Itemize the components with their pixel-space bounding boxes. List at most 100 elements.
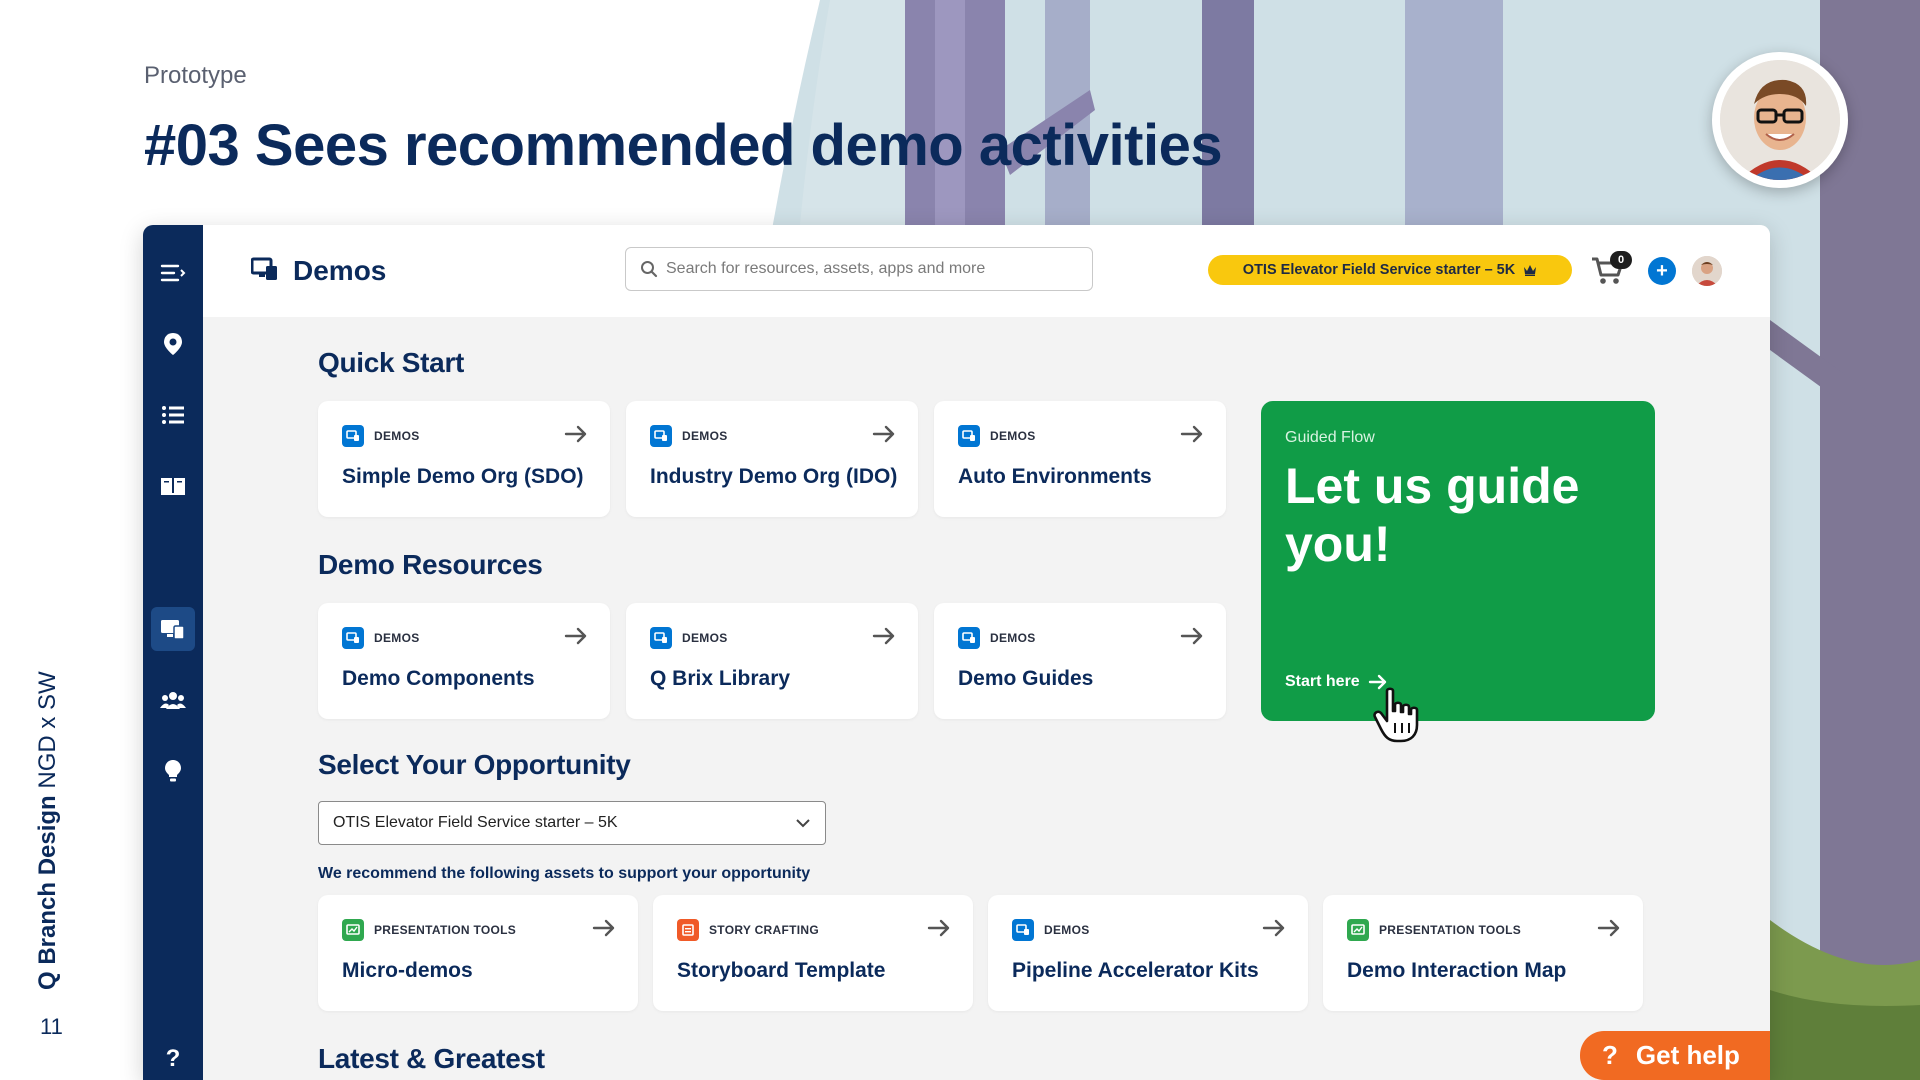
card-tag: STORY CRAFTING — [677, 919, 819, 941]
opportunity-heading: Select Your Opportunity — [318, 749, 631, 780]
demos-icon — [161, 620, 185, 640]
user-avatar-icon — [1692, 256, 1722, 286]
category-icon — [677, 919, 699, 941]
card-tag: DEMOS — [650, 627, 728, 649]
cart-badge: 0 — [1610, 251, 1632, 269]
opportunity-select-value: OTIS Elevator Field Service starter – 5K — [333, 814, 618, 831]
card-tag: DEMOS — [650, 425, 728, 447]
card-tag-label: PRESENTATION TOOLS — [374, 923, 517, 937]
category-icon — [1012, 919, 1034, 941]
demo-resources-heading: Demo Resources — [318, 549, 543, 580]
recommend-text: We recommend the following assets to sup… — [318, 865, 811, 882]
opportunity-select[interactable]: OTIS Elevator Field Service starter – 5K — [318, 801, 826, 845]
card-title: Storyboard Template — [677, 959, 886, 982]
opportunity-pill-label: OTIS Elevator Field Service starter – 5K — [1242, 262, 1516, 278]
arrow-right-icon[interactable] — [564, 425, 588, 448]
card-tag: DEMOS — [342, 627, 420, 649]
menu-icon — [160, 264, 186, 282]
add-button[interactable]: + — [1648, 257, 1676, 285]
card-title: Simple Demo Org (SDO) — [342, 465, 584, 488]
asset-card[interactable]: STORY CRAFTING Storyboard Template — [653, 895, 973, 1011]
chevron-down-icon — [796, 819, 810, 828]
card-title: Demo Guides — [958, 667, 1094, 690]
card-tag: DEMOS — [1012, 919, 1090, 941]
asset-card[interactable]: DEMOS Auto Environments — [934, 401, 1226, 517]
sidebar-item-ideas[interactable] — [151, 749, 195, 793]
asset-card[interactable]: DEMOS Demo Components — [318, 603, 610, 719]
book-icon — [161, 478, 185, 495]
category-icon — [342, 425, 364, 447]
brand-vertical: Q Branch Design NGD x SW — [34, 671, 62, 990]
sidebar-item-people[interactable] — [151, 678, 195, 722]
card-title: Q Brix Library — [650, 667, 791, 690]
presenter-avatar — [1712, 52, 1848, 188]
arrow-right-icon[interactable] — [1597, 919, 1621, 942]
get-help-label: Get help — [1635, 1040, 1740, 1070]
category-icon — [958, 627, 980, 649]
brand-rest: NGD x SW — [34, 671, 61, 796]
card-title: Demo Interaction Map — [1347, 959, 1567, 982]
sidebar-item-locations[interactable] — [151, 322, 195, 366]
opportunity-pill[interactable]: OTIS Elevator Field Service starter – 5K — [1208, 255, 1572, 285]
arrow-right-icon[interactable] — [872, 627, 896, 650]
card-tag-label: DEMOS — [990, 631, 1036, 645]
sidebar-item-demos[interactable] — [151, 607, 195, 651]
search-box — [625, 247, 1093, 291]
arrow-right-icon[interactable] — [592, 919, 616, 942]
slide-label: Prototype — [144, 62, 247, 89]
arrow-right-icon[interactable] — [927, 919, 951, 942]
card-tag: DEMOS — [342, 425, 420, 447]
question-icon: ? — [1602, 1040, 1618, 1070]
card-title: Micro-demos — [342, 959, 473, 982]
arrow-right-icon[interactable] — [564, 627, 588, 650]
latest-heading: Latest & Greatest — [318, 1043, 545, 1074]
sidebar-item-library[interactable] — [151, 464, 195, 508]
guided-flow-title: Let us guide you! — [1285, 458, 1580, 572]
sidebar-item-list[interactable] — [151, 393, 195, 437]
category-icon — [958, 425, 980, 447]
lightbulb-icon — [165, 760, 181, 782]
card-tag-label: PRESENTATION TOOLS — [1379, 923, 1522, 937]
app-window: ? Demos OTIS Elevator Field Service star… — [143, 225, 1770, 1080]
category-icon — [650, 425, 672, 447]
app-title: Demos — [293, 255, 387, 286]
card-tag-label: DEMOS — [990, 429, 1036, 443]
guided-flow-card[interactable]: Guided Flow Let us guide you! Start here — [1261, 401, 1655, 721]
user-avatar[interactable] — [1692, 256, 1722, 286]
asset-card[interactable]: DEMOS Simple Demo Org (SDO) — [318, 401, 610, 517]
search-icon — [641, 261, 658, 278]
card-title: Demo Components — [342, 667, 535, 690]
category-icon — [650, 627, 672, 649]
hand-cursor-icon — [1373, 687, 1419, 743]
start-here-label: Start here — [1285, 673, 1360, 690]
slide-title: #03 Sees recommended demo activities — [144, 113, 1223, 178]
asset-card[interactable]: PRESENTATION TOOLS Demo Interaction Map — [1323, 895, 1643, 1011]
card-title: Auto Environments — [958, 465, 1152, 488]
arrow-right-icon[interactable] — [872, 425, 896, 448]
quick-start-heading: Quick Start — [318, 347, 465, 378]
sidebar: ? — [143, 225, 203, 1080]
card-tag: DEMOS — [958, 627, 1036, 649]
arrow-right-icon[interactable] — [1180, 627, 1204, 650]
card-title: Industry Demo Org (IDO) — [650, 465, 898, 488]
arrow-right-icon[interactable] — [1262, 919, 1286, 942]
asset-card[interactable]: DEMOS Industry Demo Org (IDO) — [626, 401, 918, 517]
category-icon — [342, 627, 364, 649]
search-input[interactable] — [666, 248, 1076, 289]
card-tag-label: STORY CRAFTING — [709, 923, 819, 937]
demos-icon — [250, 257, 277, 280]
sidebar-menu-button[interactable] — [151, 251, 195, 295]
sidebar-help-button[interactable]: ? — [151, 1037, 195, 1080]
people-icon — [160, 692, 186, 709]
asset-card[interactable]: DEMOS Demo Guides — [934, 603, 1226, 719]
arrow-right-icon[interactable] — [1180, 425, 1204, 448]
asset-card[interactable]: PRESENTATION TOOLS Micro-demos — [318, 895, 638, 1011]
get-help-button[interactable]: ? Get help — [1580, 1031, 1770, 1080]
card-tag-label: DEMOS — [374, 429, 420, 443]
asset-card[interactable]: DEMOS Pipeline Accelerator Kits — [988, 895, 1308, 1011]
card-tag-label: DEMOS — [1044, 923, 1090, 937]
card-tag-label: DEMOS — [374, 631, 420, 645]
asset-card[interactable]: DEMOS Q Brix Library — [626, 603, 918, 719]
card-tag-label: DEMOS — [682, 429, 728, 443]
card-tag: PRESENTATION TOOLS — [342, 919, 516, 941]
